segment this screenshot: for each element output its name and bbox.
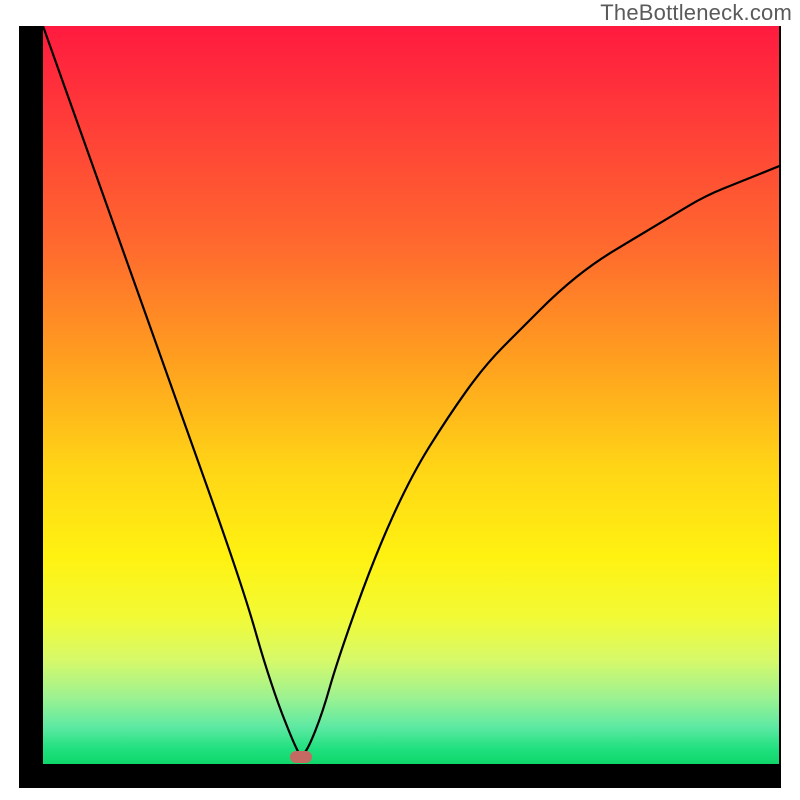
watermark-text: TheBottleneck.com bbox=[600, 0, 792, 26]
bottleneck-curve bbox=[43, 26, 779, 764]
chart-frame: TheBottleneck.com bbox=[0, 0, 800, 800]
curve-path bbox=[43, 26, 779, 754]
plot-outer-border bbox=[19, 26, 781, 788]
plot-area bbox=[43, 26, 779, 764]
minimum-marker bbox=[290, 751, 312, 763]
